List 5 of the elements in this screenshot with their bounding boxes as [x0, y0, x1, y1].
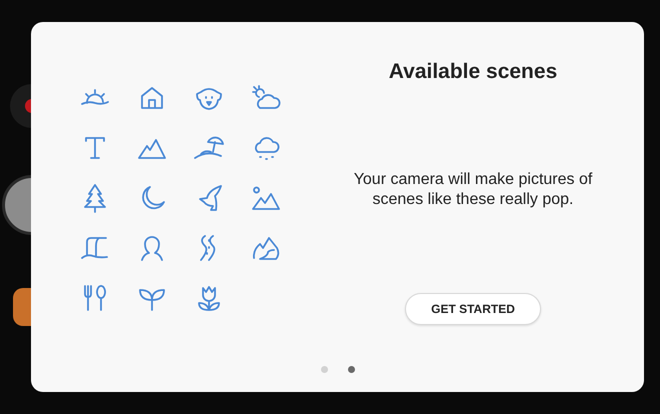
page-dot[interactable] [320, 366, 328, 373]
page-dot[interactable] [348, 366, 354, 373]
dialog-message: Your camera will make pictures of scenes like these really pop. [352, 170, 594, 210]
dialog-title: Available scenes [388, 60, 558, 84]
get-started-button[interactable]: GET STARTED [405, 293, 541, 325]
